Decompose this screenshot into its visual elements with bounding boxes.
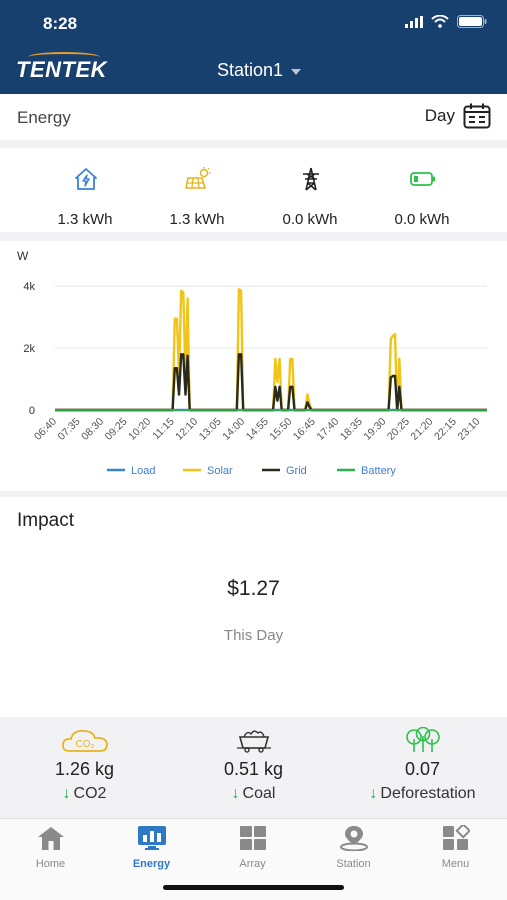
y-tick-label: 0	[29, 405, 35, 417]
calendar-icon	[463, 103, 491, 129]
impact-period: This Day	[223, 627, 284, 644]
x-tick-label: 22:15	[432, 416, 459, 443]
environment-benefits: CO₂ 1.26 kg ↓ CO2 0.51 kg ↓ Coal 0.07 ↓ …	[0, 717, 507, 817]
caret-down-icon	[291, 68, 302, 75]
down-arrow-icon: ↓	[369, 785, 378, 802]
battery-value: 0.0 kWh	[394, 211, 450, 228]
svg-text:CO₂: CO₂	[75, 739, 94, 750]
x-tick-label: 06:40	[32, 416, 59, 443]
down-arrow-icon: ↓	[231, 785, 240, 802]
period-label: Day	[424, 106, 455, 125]
power-chart: W 4k 2k 0 06:40 07:35 08:30 09:25 10:20 11:15 12:1…	[0, 241, 507, 491]
x-tick-label: 23:10	[455, 416, 482, 443]
y-tick-label: 2k	[23, 343, 35, 355]
energy-chart-icon	[137, 826, 166, 850]
legend-label-grid: Grid	[286, 465, 307, 477]
station-name: Station1	[217, 60, 284, 80]
menu-squares-icon	[442, 825, 470, 850]
deforestation-label: Deforestation	[380, 785, 476, 802]
series-line-solar	[55, 288, 487, 412]
x-tick-label: 16:45	[291, 416, 318, 443]
x-tick-label: 14:55	[244, 416, 271, 443]
co2-label: CO2	[73, 785, 107, 802]
tab-menu[interactable]: Menu	[405, 825, 506, 870]
x-tick-label: 07:35	[56, 416, 83, 443]
x-tick-label: 17:40	[314, 416, 341, 443]
load-value: 1.3 kWh	[57, 211, 113, 228]
battery-icon	[410, 172, 435, 186]
home-icon	[37, 827, 64, 850]
env-deforestation: 0.07 ↓ Deforestation	[338, 727, 507, 803]
x-tick-label: 21:20	[408, 416, 435, 443]
grid-value: 0.0 kWh	[282, 211, 338, 228]
legend-label-load: Load	[131, 465, 155, 477]
tab-menu-label: Menu	[441, 858, 470, 870]
series-line-grid	[55, 353, 487, 412]
station-pin-icon	[339, 826, 368, 851]
y-tick-label: 4k	[23, 281, 35, 293]
x-tick-label: 20:25	[385, 416, 412, 443]
down-arrow-icon: ↓	[62, 785, 71, 802]
impact-card: Impact $1.27 This Day	[0, 497, 507, 717]
legend-label-solar: Solar	[207, 465, 233, 477]
summary-load: 1.3 kWh	[30, 148, 140, 232]
period-picker[interactable]: Day	[425, 103, 491, 129]
battery-status-icon	[457, 15, 487, 28]
x-tick-label: 08:30	[79, 416, 106, 443]
tab-station[interactable]: Station	[303, 825, 404, 870]
co2-cloud-icon: CO₂	[61, 730, 108, 752]
env-co2: CO₂ 1.26 kg ↓ CO2	[0, 727, 169, 803]
status-icons	[405, 15, 487, 28]
tab-energy[interactable]: Energy	[101, 825, 202, 870]
brand-logo: TENTEK	[16, 57, 107, 82]
energy-summary: 1.3 kWh 1.3 kWh 0.0 kWh 0.0 kWh	[0, 148, 507, 232]
tab-energy-label: Energy	[132, 858, 171, 870]
tab-home-label: Home	[35, 858, 66, 870]
coal-cart-icon	[236, 730, 271, 753]
tab-station-label: Station	[336, 858, 371, 870]
energy-title: Energy	[17, 108, 71, 127]
x-tick-label: 14:00	[220, 416, 247, 443]
solar-panel-icon	[185, 167, 211, 189]
tab-array[interactable]: Array	[202, 825, 303, 870]
station-selector[interactable]: Station1	[217, 60, 302, 81]
energy-header: Energy Day	[0, 94, 507, 140]
x-tick-label: 10:20	[126, 416, 153, 443]
summary-battery: 0.0 kWh	[367, 148, 477, 232]
status-time: 8:28	[43, 14, 78, 33]
summary-solar: 1.3 kWh	[142, 148, 252, 232]
x-tick-label: 13:05	[197, 416, 224, 443]
tab-home[interactable]: Home	[0, 825, 101, 870]
x-tick-label: 15:50	[267, 416, 294, 443]
x-tick-label: 19:30	[361, 416, 388, 443]
co2-value: 1.26 kg	[54, 759, 115, 779]
home-indicator	[163, 885, 344, 890]
legend-label-battery: Battery	[361, 465, 396, 477]
impact-title: Impact	[17, 510, 75, 531]
power-chart-svg: W 4k 2k 006:4007:3508:3009:2510:2011:1512:1…	[17, 249, 487, 477]
env-coal: 0.51 kg ↓ Coal	[169, 727, 338, 803]
y-axis-label: W	[17, 249, 29, 263]
array-grid-icon	[239, 826, 266, 850]
solar-value: 1.3 kWh	[169, 211, 225, 228]
trees-icon	[405, 727, 440, 752]
x-tick-label: 09:25	[103, 416, 130, 443]
tab-array-label: Array	[239, 858, 266, 870]
coal-value: 0.51 kg	[223, 759, 284, 779]
x-tick-label: 11:15	[150, 416, 177, 443]
house-energy-icon	[75, 168, 97, 190]
wifi-icon	[431, 15, 449, 28]
impact-amount: $1.27	[227, 577, 280, 600]
summary-grid: 0.0 kWh	[255, 148, 365, 232]
app-header: 8:28 TENTEK Station1	[0, 0, 507, 94]
x-tick-label: 12:10	[173, 416, 200, 443]
x-tick-label: 18:35	[338, 416, 365, 443]
deforestation-value: 0.07	[404, 759, 441, 779]
signal-icon	[405, 15, 423, 28]
grid-tower-icon	[303, 167, 319, 191]
coal-label: Coal	[242, 785, 276, 802]
